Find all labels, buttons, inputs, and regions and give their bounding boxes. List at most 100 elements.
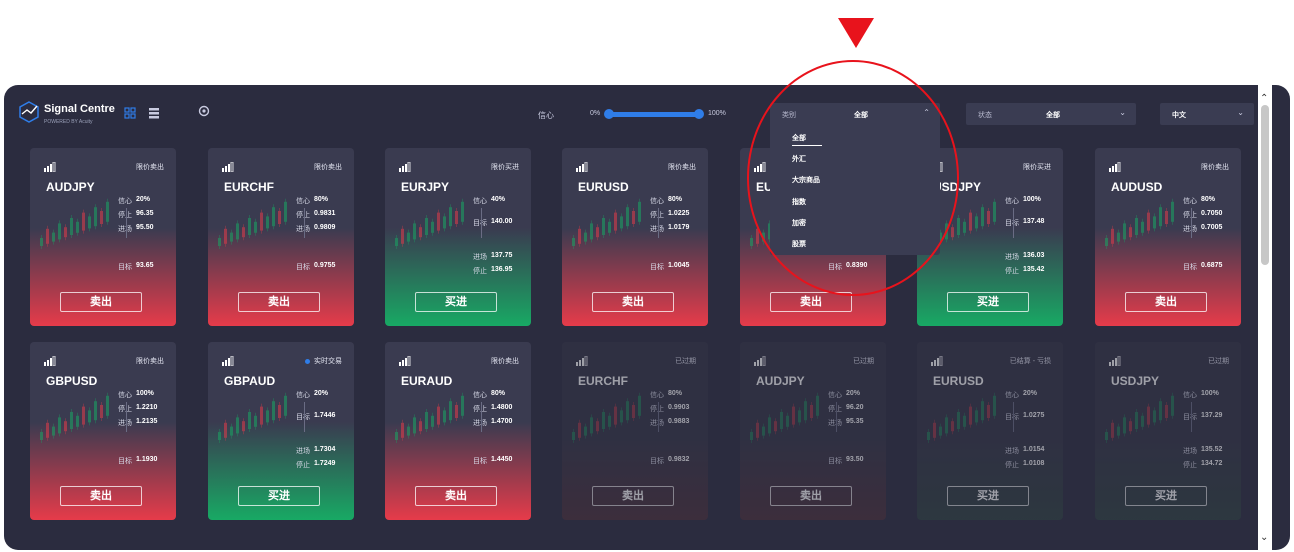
candlestick-chart (218, 392, 287, 443)
signal-card[interactable]: 实时交易 GBPAUD 信心 20% 目标 1.7446 进场 1.7304 停止 1.7249 买… (208, 342, 354, 520)
pointer-arrow (838, 18, 874, 48)
card-status-text: 限价卖出 (668, 164, 696, 171)
card-status-text: 限价买进 (1023, 164, 1051, 171)
card-status-text: 限价买进 (491, 164, 519, 171)
row-value: 1.0154 (1023, 446, 1045, 453)
buy-button[interactable]: 买进 (1125, 486, 1207, 506)
scroll-thumb[interactable] (1261, 105, 1269, 265)
signal-card[interactable]: 已结算 - 亏损 EURUSD 信心 20% 目标 1.0275 进场 1.0154 停止 1.0… (917, 342, 1063, 520)
sell-button[interactable]: 卖出 (238, 292, 320, 312)
row-label: 目标 (473, 220, 487, 227)
row-label: 进场 (1183, 448, 1197, 455)
row-value: 1.2135 (136, 418, 158, 425)
buy-button[interactable]: 买进 (415, 292, 497, 312)
candlestick-chart (572, 392, 641, 443)
row-label: 目标 (473, 458, 487, 465)
signal-strength-icon (1109, 356, 1121, 366)
status-select[interactable]: 状态 全部 ⌄ (966, 103, 1136, 125)
confidence-min-handle[interactable] (604, 109, 614, 119)
confidence-max: 100% (708, 110, 726, 117)
row-value: 95.50 (136, 224, 154, 231)
card-status: 限价卖出 (314, 162, 342, 172)
signal-card[interactable]: 限价卖出 EURCHF 信心 80% 停止 0.9831 进场 0.9809 目标 0.9755 卖… (208, 148, 354, 326)
buy-button[interactable]: 买进 (947, 292, 1029, 312)
signal-card[interactable]: 已过期 EURCHF 信心 80% 停止 0.9903 进场 0.9883 目标 0.9832 卖出 (562, 342, 708, 520)
row-value: 1.7249 (314, 460, 336, 467)
card-status-text: 限价卖出 (136, 164, 164, 171)
buy-button[interactable]: 买进 (238, 486, 320, 506)
row-label: 进场 (118, 226, 132, 233)
row-value: 20% (314, 390, 329, 397)
settings-icon[interactable] (198, 105, 210, 117)
row-label: 信心 (1005, 198, 1019, 205)
logo-icon (19, 101, 39, 123)
row-value: 95.35 (846, 418, 864, 425)
signal-card[interactable]: 已过期 USDJPY 信心 100% 目标 137.29 进场 135.52 停止 134.72 买… (1095, 342, 1241, 520)
signal-strength-icon (222, 162, 234, 172)
row-value: 96.35 (136, 210, 154, 217)
row-divider (1191, 208, 1192, 238)
card-status: 已过期 (675, 356, 696, 366)
logo: Signal Centre POWERED BY Acuity (18, 99, 115, 125)
row-label: 目标 (1005, 220, 1019, 227)
grid-view-icon[interactable] (124, 107, 136, 119)
signal-card[interactable]: 限价卖出 AUDUSD 信心 80% 停止 0.7050 进场 0.7005 目标 0.6875 卖… (1095, 148, 1241, 326)
row-divider (481, 402, 482, 432)
row-value: 100% (1023, 196, 1041, 203)
card-status-text: 限价卖出 (314, 164, 342, 171)
row-label: 进场 (1005, 448, 1019, 455)
row-value: 1.0045 (668, 262, 690, 269)
list-view-icon[interactable] (148, 107, 160, 119)
row-value: 0.9883 (668, 418, 690, 425)
card-pair: AUDJPY (46, 180, 95, 194)
row-value: 0.9755 (314, 262, 336, 269)
sell-button[interactable]: 卖出 (60, 486, 142, 506)
row-label: 停止 (650, 406, 664, 413)
signal-card[interactable]: 限价卖出 EURAUD 信心 80% 停止 1.4800 进场 1.4700 目标 1.4450 卖… (385, 342, 531, 520)
scroll-down-icon[interactable]: ⌄ (1260, 532, 1268, 543)
card-status: 限价卖出 (1201, 162, 1229, 172)
sell-button[interactable]: 卖出 (415, 486, 497, 506)
language-value: 中文 (1172, 112, 1186, 119)
sell-button[interactable]: 卖出 (592, 486, 674, 506)
card-status: 限价卖出 (136, 356, 164, 366)
card-status-text: 限价卖出 (136, 358, 164, 365)
confidence-max-handle[interactable] (694, 109, 704, 119)
signal-card[interactable]: 限价卖出 AUDJPY 信心 20% 停止 96.35 进场 95.50 目标 93.65 卖出 (30, 148, 176, 326)
sell-button[interactable]: 卖出 (60, 292, 142, 312)
row-label: 信心 (296, 198, 310, 205)
row-value: 140.00 (491, 218, 513, 225)
signal-centre-app: Signal Centre POWERED BY Acuity 信心 0% 10… (4, 85, 1290, 550)
sell-button[interactable]: 卖出 (1125, 292, 1207, 312)
signal-card[interactable]: 已过期 AUDJPY 信心 20% 停止 96.20 进场 95.35 目标 93.50 卖出 (740, 342, 886, 520)
candlestick-chart (1105, 392, 1174, 443)
candlestick-chart (218, 198, 287, 249)
sell-button[interactable]: 卖出 (592, 292, 674, 312)
confidence-slider[interactable] (608, 112, 700, 117)
row-value: 136.03 (1023, 252, 1045, 259)
buy-button[interactable]: 买进 (947, 486, 1029, 506)
signal-card[interactable]: 限价卖出 EURUSD 信心 80% 停止 1.0225 进场 1.0179 目标 1.0045 卖… (562, 148, 708, 326)
sell-button[interactable]: 卖出 (770, 486, 852, 506)
signal-card[interactable]: 限价买进 EURJPY 信心 40% 目标 140.00 进场 137.75 停止 136.95 买… (385, 148, 531, 326)
card-pair: GBPAUD (224, 374, 276, 388)
row-value: 93.65 (136, 262, 154, 269)
card-status: 已过期 (853, 356, 874, 366)
row-value: 0.9832 (668, 456, 690, 463)
row-value: 1.7446 (314, 412, 336, 419)
card-status: 限价卖出 (668, 162, 696, 172)
row-divider (658, 402, 659, 432)
row-value: 20% (136, 196, 151, 203)
chevron-down-icon: ⌄ (1237, 108, 1244, 117)
row-value: 80% (491, 390, 506, 397)
signal-strength-icon (1109, 162, 1121, 172)
status-label: 状态 (978, 112, 992, 119)
scroll-up-icon[interactable]: ⌃ (1260, 93, 1270, 104)
card-status: 实时交易 (305, 356, 342, 366)
row-value: 96.20 (846, 404, 864, 411)
signal-card[interactable]: 限价卖出 GBPUSD 信心 100% 停止 1.2210 进场 1.2135 目标 1.1930… (30, 342, 176, 520)
candlestick-chart (572, 198, 641, 249)
row-label: 目标 (650, 264, 664, 271)
row-label: 进场 (650, 420, 664, 427)
language-select[interactable]: 中文 ⌄ (1160, 103, 1254, 125)
